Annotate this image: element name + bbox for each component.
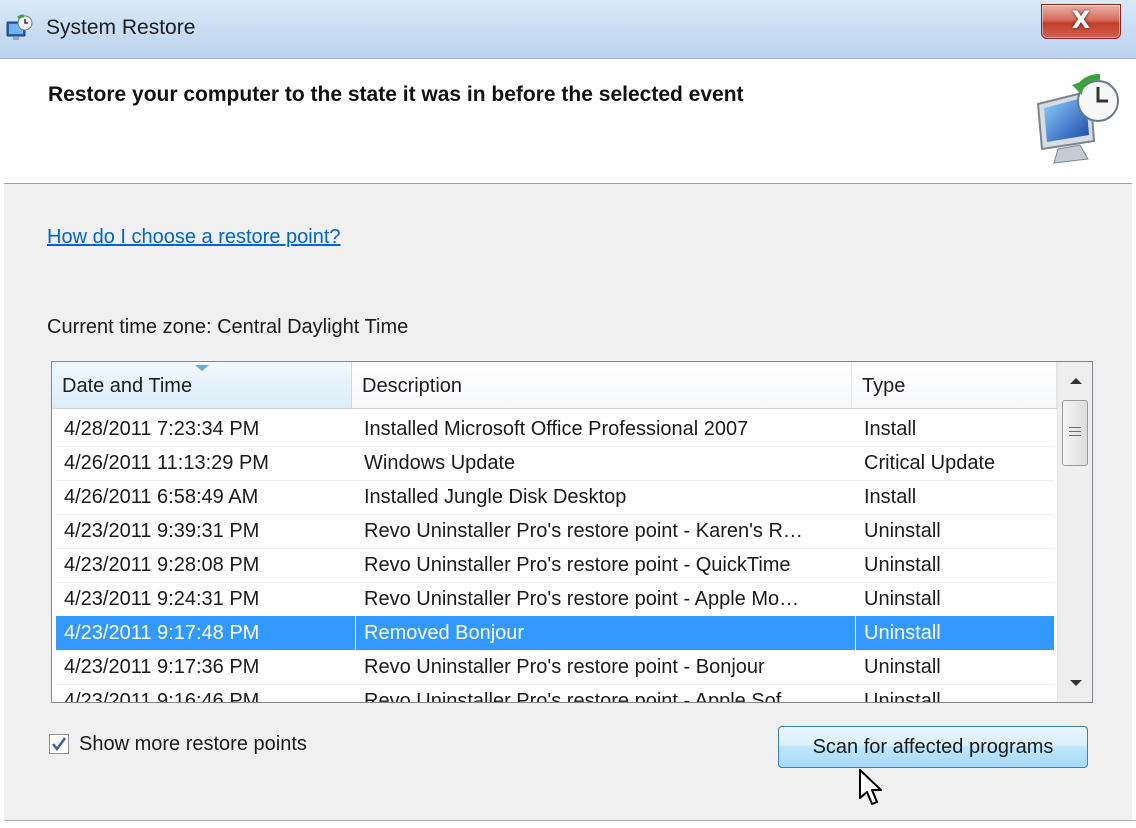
grip-line (1069, 427, 1081, 428)
row-description: Revo Uninstaller Pro's restore point - A… (364, 690, 802, 703)
content-area: How do I choose a restore point? Current… (4, 184, 1136, 821)
row-date: 4/23/2011 9:24:31 PM (64, 588, 260, 610)
row-date: 4/23/2011 9:17:36 PM (64, 656, 260, 678)
header-panel: Restore your computer to the state it wa… (4, 59, 1132, 184)
row-type: Uninstall (864, 690, 941, 703)
table-row[interactable]: 4/23/2011 9:16:46 PM Revo Uninstaller Pr… (56, 684, 1054, 703)
table-row[interactable]: 4/23/2011 9:28:08 PM Revo Uninstaller Pr… (56, 548, 1054, 583)
row-description: Removed Bonjour (364, 622, 525, 644)
row-description: Windows Update (364, 452, 516, 474)
sort-arrow-icon (195, 365, 209, 371)
table-row[interactable]: 4/28/2011 7:23:34 PM Installed Microsoft… (56, 412, 1054, 447)
timezone-label: Current time zone: Central Daylight Time (47, 316, 409, 338)
table-row[interactable]: 4/26/2011 11:13:29 PM Windows Update Cri… (56, 446, 1054, 481)
arrow-up-icon (1070, 378, 1082, 384)
column-type[interactable]: Type (852, 362, 1057, 408)
checkmark-icon (51, 737, 67, 752)
row-type: Uninstall (864, 622, 941, 644)
row-type: Uninstall (864, 520, 941, 542)
row-type: Uninstall (864, 656, 941, 678)
bottom-divider (4, 820, 1136, 821)
vertical-scrollbar[interactable] (1057, 362, 1092, 702)
row-description: Revo Uninstaller Pro's restore point - Q… (364, 554, 791, 576)
column-divider (855, 616, 856, 650)
row-description: Revo Uninstaller Pro's restore point - B… (364, 656, 765, 678)
mouse-cursor-icon (859, 769, 882, 805)
table-row[interactable]: 4/23/2011 9:17:36 PM Revo Uninstaller Pr… (56, 650, 1054, 685)
column-description[interactable]: Description (352, 362, 852, 408)
grip-line (1069, 431, 1081, 432)
row-description: Revo Uninstaller Pro's restore point - A… (364, 588, 800, 610)
title-bar: System Restore X (0, 0, 1136, 59)
system-restore-monitor-icon (1036, 73, 1119, 164)
scroll-up-button[interactable] (1060, 364, 1090, 398)
table-row[interactable]: 4/26/2011 6:58:49 AM Installed Jungle Di… (56, 480, 1054, 515)
column-divider (355, 616, 356, 650)
row-type: Critical Update (864, 452, 996, 474)
system-restore-icon (6, 14, 33, 40)
row-description: Installed Microsoft Office Professional … (364, 418, 749, 440)
row-type: Install (864, 418, 917, 440)
row-date: 4/26/2011 11:13:29 PM (64, 452, 269, 474)
row-description: Installed Jungle Disk Desktop (364, 486, 627, 508)
row-date: 4/23/2011 9:16:46 PM (64, 690, 260, 703)
scroll-down-button[interactable] (1060, 666, 1090, 700)
table-row[interactable]: 4/23/2011 9:39:31 PM Revo Uninstaller Pr… (56, 514, 1054, 549)
row-date: 4/28/2011 7:23:34 PM (64, 418, 260, 440)
show-more-label[interactable]: Show more restore points (79, 733, 307, 756)
list-header: Date and Time Description Type (52, 362, 1057, 409)
row-description: Revo Uninstaller Pro's restore point - K… (364, 520, 803, 542)
row-date: 4/23/2011 9:28:08 PM (64, 554, 260, 576)
row-date: 4/23/2011 9:17:48 PM (64, 622, 260, 644)
row-date: 4/23/2011 9:39:31 PM (64, 520, 260, 542)
table-row[interactable]: 4/23/2011 9:24:31 PM Revo Uninstaller Pr… (56, 582, 1054, 617)
row-date: 4/26/2011 6:58:49 AM (64, 486, 259, 508)
row-type: Install (864, 486, 917, 508)
header-title: Restore your computer to the state it wa… (48, 83, 744, 106)
close-icon: X (1071, 6, 1091, 34)
restore-points-list[interactable]: Date and Time Description Type 4/28/2011… (51, 361, 1093, 703)
row-type: Uninstall (864, 588, 941, 610)
window-title: System Restore (46, 16, 196, 39)
row-type: Uninstall (864, 554, 941, 576)
arrow-down-icon (1070, 680, 1082, 686)
help-link[interactable]: How do I choose a restore point? (47, 226, 341, 249)
scan-affected-programs-button[interactable]: Scan for affected programs (778, 726, 1088, 768)
table-row-selected[interactable]: 4/23/2011 9:17:48 PM Removed Bonjour Uni… (56, 616, 1054, 651)
grip-line (1069, 435, 1081, 436)
scrollbar-thumb[interactable] (1062, 400, 1088, 466)
close-button[interactable]: X (1041, 4, 1121, 39)
show-more-checkbox[interactable] (49, 734, 69, 754)
